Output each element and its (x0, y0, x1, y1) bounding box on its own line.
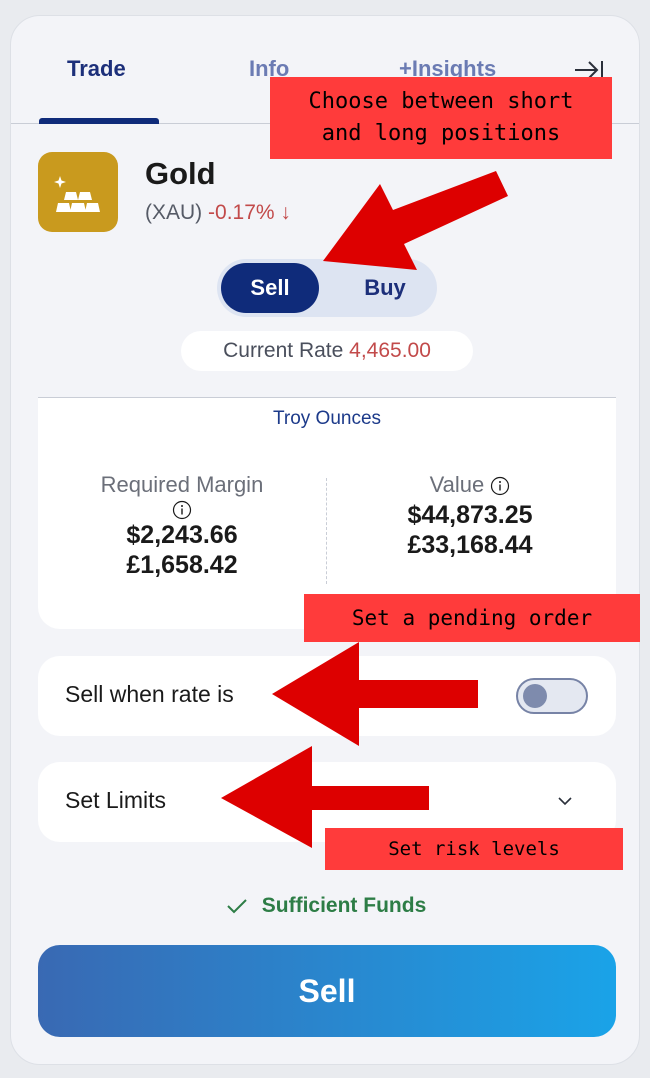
asset-logo (38, 152, 118, 232)
direction-buy-button[interactable]: Buy (337, 263, 433, 313)
current-rate-value: 4,465.00 (349, 339, 431, 362)
value-gbp: £33,168.44 (407, 531, 533, 559)
annotation-direction-line2: and long positions (321, 121, 561, 146)
value-usd: $44,873.25 (407, 501, 533, 529)
value-column: Value $44,873.25 £33,168.44 (326, 470, 614, 560)
set-limits-label: Set Limits (65, 787, 166, 813)
value-label-line: Value (326, 470, 614, 500)
required-margin-usd: $2,243.66 (126, 521, 238, 549)
chevron-down-icon[interactable] (556, 792, 574, 810)
required-margin-column: Required Margin $2,243.66 £1,658.42 (38, 470, 326, 580)
info-icon[interactable] (172, 500, 192, 520)
required-margin-gbp: £1,658.42 (126, 551, 238, 579)
funds-status: Sufficient Funds (11, 894, 639, 918)
toggle-knob (523, 684, 547, 708)
check-icon (227, 899, 247, 914)
asset-symbol: (XAU) (145, 201, 203, 224)
arrow-down-icon: ↓ (280, 201, 291, 224)
asset-name: Gold (145, 156, 216, 191)
asset-change: -0.17% (208, 201, 275, 224)
active-tab-indicator (39, 118, 159, 124)
trade-panel: Trade Info +Insights Gold (XAU) -0.17% ↓… (10, 15, 640, 1065)
annotation-direction-line1: Choose between short (308, 89, 574, 114)
required-margin-label: Required Margin (100, 472, 264, 497)
annotation-pending-order: Set a pending order (304, 594, 640, 642)
tab-trade[interactable]: Trade (67, 56, 126, 82)
value-label: Value (429, 472, 485, 497)
units-selector[interactable]: Troy Ounces (38, 408, 616, 430)
pending-order-label: Sell when rate is (65, 681, 234, 707)
pending-order-toggle[interactable] (516, 678, 588, 714)
funds-status-text: Sufficient Funds (261, 894, 427, 917)
sell-submit-button[interactable]: Sell (38, 945, 616, 1037)
annotation-risk-levels: Set risk levels (325, 828, 623, 870)
direction-sell-button[interactable]: Sell (221, 263, 319, 313)
current-rate-label: Current Rate (223, 339, 344, 362)
current-rate: Current Rate 4,465.00 (181, 331, 473, 371)
annotation-direction: Choose between short and long positions (270, 77, 612, 159)
direction-toggle: Sell Buy (217, 259, 437, 317)
info-icon[interactable] (490, 476, 510, 496)
gold-bars-icon (54, 176, 100, 212)
pending-order-row[interactable]: Sell when rate is (38, 656, 616, 736)
asset-symbol-line: (XAU) -0.17% ↓ (145, 201, 291, 225)
